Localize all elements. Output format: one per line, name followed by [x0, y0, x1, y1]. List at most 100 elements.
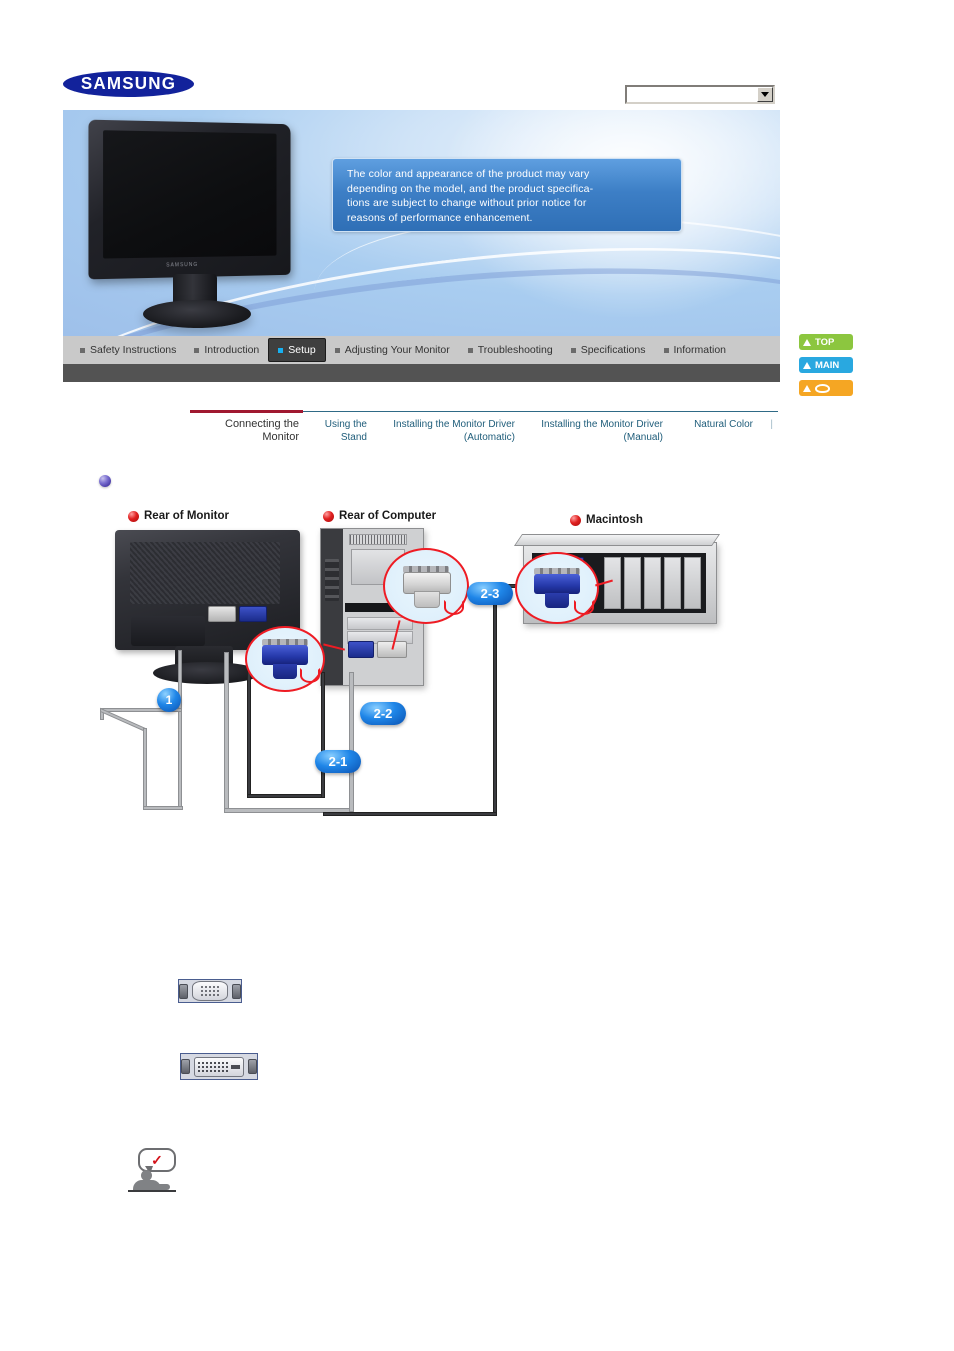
monitor-port-cluster [208, 606, 270, 624]
bullet-square-icon [467, 347, 473, 353]
index-button[interactable] [799, 380, 853, 396]
macintosh-vga-plug-callout [515, 552, 599, 624]
plug-neck [414, 591, 440, 608]
monitor-screen [103, 130, 277, 259]
nav-item-information[interactable]: Information [655, 340, 736, 360]
d-sub-15-pin-icon [192, 981, 228, 1001]
nav-item-setup[interactable]: Setup [268, 338, 326, 362]
connection-diagram: Rear of Monitor Rear of Computer Macinto… [95, 500, 735, 840]
step-badge-2-3: 2-3 [467, 582, 513, 605]
vga-cable-monitor-drop [247, 670, 251, 798]
power-cable-left-drop [143, 728, 147, 810]
tower-top-vent [349, 534, 407, 545]
nav-item-safety-instructions[interactable]: Safety Instructions [71, 340, 185, 360]
nav-item-introduction[interactable]: Introduction [185, 340, 268, 360]
macintosh-card-slot [664, 557, 681, 609]
sub-nav-active-rule [190, 410, 303, 413]
step-badge-1: 1 [157, 688, 181, 712]
diagram-label-text: Macintosh [586, 514, 643, 526]
purple-sphere-bullet-icon [99, 475, 111, 487]
plug-head [534, 574, 580, 594]
macintosh-card-slot [624, 557, 641, 609]
arrow-up-icon [803, 384, 811, 392]
monitor-bezel: SAMSUNG [88, 119, 291, 280]
connector-screw-icon [248, 1059, 257, 1074]
diagram-label-text: Rear of Computer [339, 510, 437, 522]
red-sphere-bullet-icon [323, 510, 334, 522]
nav-item-label: Setup [288, 344, 316, 356]
product-notice-box: The color and appearance of the product … [332, 158, 682, 232]
book-icon [815, 383, 830, 393]
nav-item-specifications[interactable]: Specifications [562, 340, 655, 360]
plug-neck [273, 664, 297, 679]
monitor-vga-plug-callout [245, 626, 325, 692]
sub-tab-installing-the-monitor-driver-manual[interactable]: Installing the Monitor Driver (Manual) [523, 418, 671, 444]
diagram-label-macintosh: Macintosh [570, 514, 643, 526]
main-navigation-strip: Safety Instructions Introduction Setup A… [63, 336, 780, 364]
dvi-pin-icon [194, 1056, 244, 1077]
dvi-connector-figure [180, 1053, 258, 1080]
model-select[interactable] [625, 85, 775, 104]
mac-cable-bottom-run [323, 812, 497, 816]
model-select-value[interactable] [627, 87, 757, 102]
product-notice-text: The color and appearance of the product … [347, 168, 594, 224]
main-navigation: Safety Instructions Introduction Setup A… [63, 336, 780, 382]
nav-item-adjusting-your-monitor[interactable]: Adjusting Your Monitor [326, 340, 459, 360]
step-badge-2-1: 2-1 [315, 750, 361, 773]
sub-tab-installing-the-monitor-driver-automatic[interactable]: Installing the Monitor Driver (Automatic… [375, 418, 523, 444]
red-sphere-bullet-icon [128, 510, 139, 522]
plug-head [262, 645, 308, 665]
nav-item-label: Information [673, 344, 727, 356]
bullet-square-icon [278, 347, 284, 353]
connector-screw-icon [231, 983, 241, 999]
diagram-label-rear-of-monitor: Rear of Monitor [128, 510, 229, 522]
main-button-label: MAIN [815, 359, 840, 371]
nav-item-label: Safety Instructions [90, 344, 177, 356]
tighten-arrow-icon [300, 668, 320, 683]
vga-cable-computer-drop [321, 672, 325, 798]
dvi-cable-monitor-side [224, 652, 229, 812]
nav-item-label: Specifications [580, 344, 646, 356]
connector-screw-icon [181, 1059, 190, 1074]
top-button[interactable]: TOP [799, 334, 853, 350]
sub-tab-overflow[interactable]: | [757, 418, 773, 431]
nav-item-troubleshooting[interactable]: Troubleshooting [459, 340, 562, 360]
arrow-up-flag-icon [803, 361, 811, 369]
chevron-down-icon[interactable] [757, 87, 773, 102]
plug-neck [545, 593, 569, 608]
speech-bubble-icon: ✓ [138, 1148, 176, 1172]
macintosh-top-face [513, 534, 721, 546]
monitor-dvi-port [208, 606, 236, 622]
nav-item-label: Troubleshooting [477, 344, 553, 356]
sub-nav-rule [303, 411, 778, 412]
d-sub-connector-figure [178, 979, 242, 1003]
tighten-arrow-icon [444, 600, 464, 615]
arrow-up-icon [803, 338, 811, 346]
sub-tab-connecting-the-monitor[interactable]: Connecting the Monitor [190, 418, 303, 444]
power-cable-vertical [178, 650, 182, 810]
tower-expansion-slot [347, 617, 413, 630]
mac-cable-vertical [493, 584, 497, 816]
sub-tab-natural-color[interactable]: Natural Color [671, 418, 757, 431]
bullet-square-icon [663, 347, 669, 353]
logo-wordmark: SAMSUNG [80, 73, 177, 94]
main-button[interactable]: MAIN [799, 357, 853, 373]
dvi-cable-computer-side [349, 672, 354, 812]
monitor-vga-port [239, 606, 267, 622]
monitor-vent [130, 542, 280, 604]
person-desk-line [128, 1190, 176, 1192]
sub-navigation-tabs: Connecting the Monitor Using the Stand I… [190, 418, 773, 444]
tighten-arrow-icon [574, 600, 594, 615]
diagram-label-text: Rear of Monitor [144, 510, 229, 522]
monitor-stand-base [143, 300, 251, 328]
macintosh-card-slot [644, 557, 661, 609]
sub-tab-using-the-stand[interactable]: Using the Stand [303, 418, 375, 444]
nav-item-label: Introduction [204, 344, 260, 356]
product-monitor-photo: SAMSUNG [85, 119, 315, 334]
computer-dvi-plug-callout [383, 548, 469, 624]
power-cable-bottom [143, 806, 183, 810]
check-mark-icon: ✓ [151, 1152, 163, 1168]
bullet-square-icon [570, 347, 576, 353]
bullet-square-icon [80, 347, 85, 353]
top-button-label: TOP [815, 336, 835, 348]
